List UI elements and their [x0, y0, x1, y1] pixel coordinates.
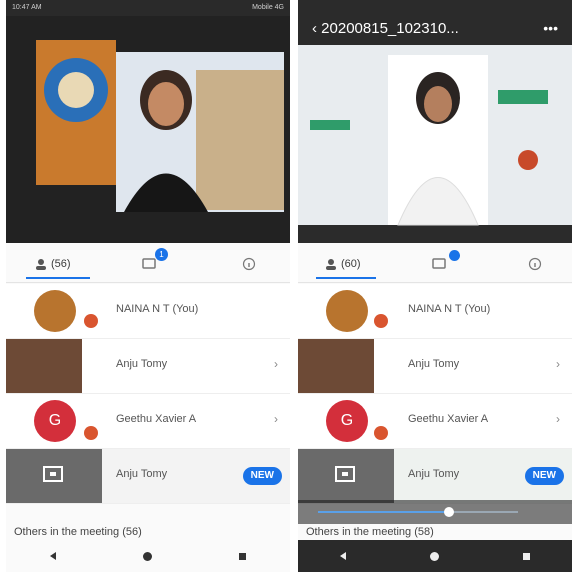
chevron-right-icon: › [274, 357, 278, 371]
participant-row[interactable]: NAINA N T (You) [298, 284, 572, 339]
participant-tabs: (60) [298, 246, 572, 283]
participant-name: Anju Tomy [408, 468, 460, 480]
tab-participants[interactable]: (56) [34, 252, 71, 276]
participant-video-thumb [6, 339, 82, 393]
others-section-label: Others in the meeting (58) [306, 526, 434, 538]
active-tab-indicator [26, 277, 90, 279]
left-phone-screen: 10:47 AM Mobile 4G (56) 1 NAINA N T (You… [6, 0, 290, 572]
participant-name: Anju Tomy [116, 468, 168, 480]
participant-name: NAINA N T (You) [116, 303, 199, 315]
right-phone-screen: ‹ 20200815_102310... ••• (60) NAINA N T … [298, 0, 572, 572]
avatar: G [326, 400, 368, 442]
participant-name: Geethu Xavier A [408, 413, 489, 425]
participant-row[interactable]: NAINA N T (You) [6, 284, 290, 339]
chat-icon [142, 258, 156, 269]
video-title: 20200815_102310... [321, 20, 459, 37]
participant-row[interactable]: G Geethu Xavier A › [298, 394, 572, 449]
chevron-right-icon: › [556, 412, 560, 426]
android-nav-bar [6, 540, 290, 572]
participant-name: Anju Tomy [408, 358, 460, 370]
status-network: Mobile 4G [252, 4, 284, 11]
people-icon [36, 259, 46, 270]
recorded-video-area: ‹ 20200815_102310... ••• [298, 0, 572, 243]
participant-row[interactable]: Anju Tomy › [6, 339, 290, 394]
avatar [326, 290, 368, 332]
video-frame [6, 0, 290, 243]
back-arrow-icon[interactable]: ‹ [312, 20, 317, 37]
new-badge: NEW [242, 467, 282, 485]
chat-badge [449, 250, 460, 261]
seek-handle[interactable] [444, 507, 454, 517]
participant-name: Geethu Xavier A [116, 413, 197, 425]
avatar [34, 290, 76, 332]
participant-name: NAINA N T (You) [408, 303, 491, 315]
android-nav-bar [298, 540, 572, 572]
participant-video-thumb [298, 339, 374, 393]
seek-progress [318, 511, 448, 513]
status-time: 10:47 AM [12, 4, 42, 11]
tab-chat[interactable] [432, 252, 446, 276]
avatar: G [34, 400, 76, 442]
mic-muted-icon [84, 314, 98, 328]
tab-info[interactable] [242, 252, 256, 276]
participant-row[interactable]: Anju Tomy NEW [6, 449, 290, 504]
nav-back-icon[interactable] [340, 552, 346, 560]
chat-icon [432, 258, 446, 269]
participant-tabs: (56) 1 [6, 246, 290, 283]
others-section-label: Others in the meeting (56) [14, 526, 142, 538]
nav-home-icon[interactable] [430, 551, 439, 561]
tab-chat[interactable] [142, 252, 156, 276]
chevron-right-icon: › [556, 357, 560, 371]
presentation-thumb [6, 449, 102, 503]
mic-muted-icon [374, 426, 388, 440]
nav-back-icon[interactable] [49, 552, 56, 560]
participants-count: (56) [51, 258, 71, 270]
mic-muted-icon [374, 314, 388, 328]
participants-count: (60) [341, 258, 361, 270]
people-icon [326, 259, 336, 270]
video-title-bar: ‹ 20200815_102310... [312, 20, 459, 37]
present-screen-icon [43, 466, 63, 482]
nav-home-icon[interactable] [142, 551, 152, 561]
participant-row[interactable]: Anju Tomy › [298, 339, 572, 394]
participant-name: Anju Tomy [116, 358, 168, 370]
tab-info[interactable] [528, 252, 542, 276]
chevron-right-icon: › [274, 412, 278, 426]
active-tab-indicator [316, 277, 376, 279]
new-badge: NEW [524, 467, 564, 485]
more-icon[interactable]: ••• [543, 20, 558, 36]
mic-muted-icon [84, 426, 98, 440]
info-icon [242, 257, 256, 271]
tab-participants[interactable]: (60) [324, 252, 361, 276]
participant-row[interactable]: Anju Tomy NEW [298, 449, 572, 504]
info-icon [528, 257, 542, 271]
nav-recents-icon[interactable] [239, 552, 247, 560]
participant-row[interactable]: G Geethu Xavier A › [6, 394, 290, 449]
present-screen-icon [335, 466, 355, 482]
meeting-video-area: 10:47 AM Mobile 4G [6, 0, 290, 243]
nav-recents-icon[interactable] [523, 552, 530, 560]
chat-badge: 1 [155, 248, 168, 261]
video-seek-bar[interactable] [298, 500, 572, 524]
presentation-thumb [298, 449, 394, 503]
status-bar: 10:47 AM Mobile 4G [6, 0, 290, 16]
